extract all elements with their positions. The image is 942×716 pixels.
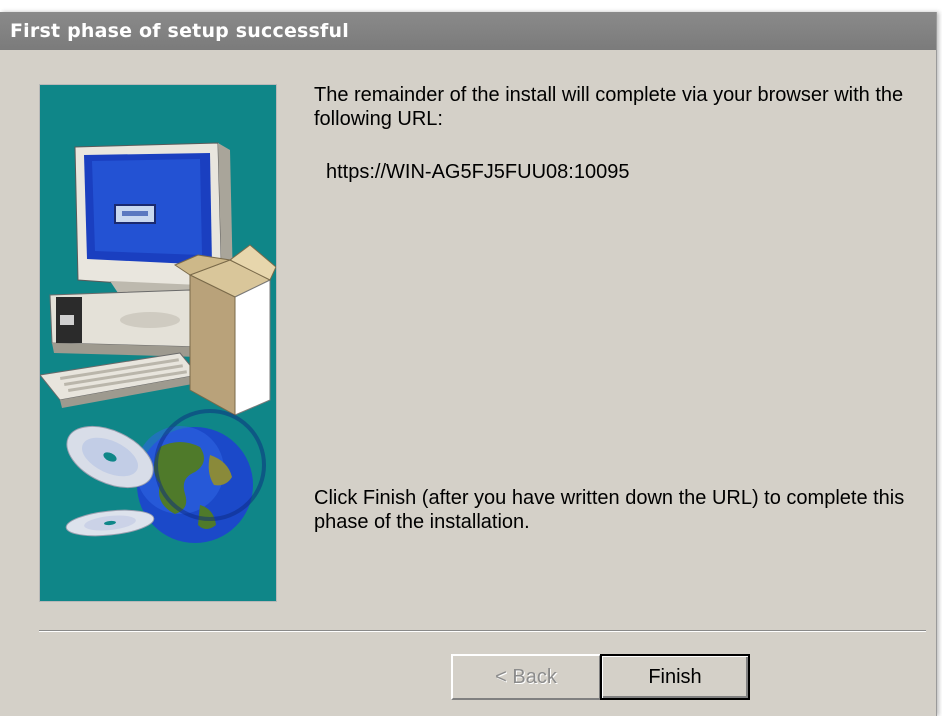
globe-icon xyxy=(136,409,266,543)
setup-url-text: https://WIN-AG5FJ5FUU08:10095 xyxy=(326,161,630,183)
cd-disc-icon xyxy=(65,425,155,537)
separator-line xyxy=(39,630,926,632)
back-button[interactable]: < Back xyxy=(451,654,601,700)
intro-text: The remainder of the install will comple… xyxy=(314,84,904,130)
finish-button[interactable]: Finish xyxy=(600,654,750,700)
software-box-icon xyxy=(173,244,276,416)
finish-instruction-text: Click Finish (after you have written dow… xyxy=(314,487,905,533)
setup-wizard-illustration xyxy=(39,84,277,602)
computer-case-icon xyxy=(49,289,206,357)
dialog-title: First phase of setup successful xyxy=(0,12,936,50)
keyboard-icon xyxy=(40,352,199,408)
setup-dialog: First phase of setup successful The rema… xyxy=(0,12,937,716)
